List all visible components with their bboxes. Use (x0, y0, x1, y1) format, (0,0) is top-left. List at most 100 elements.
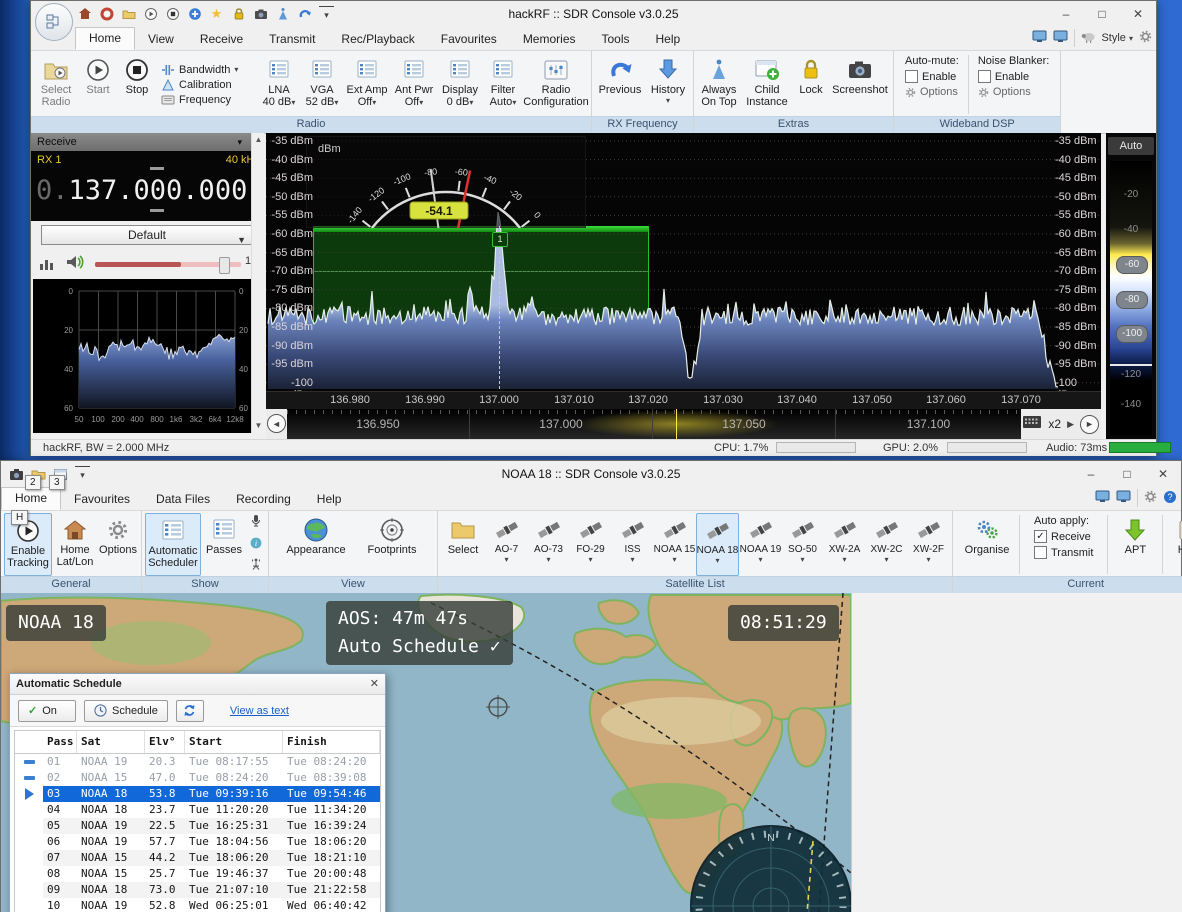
schedule-row[interactable]: 01NOAA 1920.3Tue 08:17:55Tue 08:24:20 (15, 754, 380, 770)
rx-marker[interactable]: 1 (492, 232, 508, 247)
tab-home[interactable]: Home (75, 27, 135, 50)
always-on-top-button[interactable]: Always On Top (697, 53, 741, 116)
zoom-level[interactable]: x2 (1048, 417, 1061, 431)
calibration-menu[interactable]: Calibration (161, 79, 253, 91)
microphone-icon[interactable] (250, 514, 262, 533)
frequency-menu[interactable]: Frequency (161, 94, 253, 106)
schedule-row[interactable]: 07NOAA 1544.2Tue 18:06:20Tue 18:21:10 (15, 850, 380, 866)
spectrum-frequency-axis[interactable]: 136.980 136.990 137.000 137.010 137.020 … (266, 391, 1101, 409)
schedule-row[interactable]: 04NOAA 1823.7Tue 11:20:20Tue 11:34:20 (15, 802, 380, 818)
audio-spectrum-panel[interactable]: 0 20 40 60 0 20 40 60 50 100 200 400 800… (33, 279, 251, 433)
scroll-down-icon[interactable]: ▼ (252, 419, 265, 433)
stop-icon[interactable] (165, 7, 180, 22)
minimize-button[interactable]: – (1048, 1, 1084, 27)
titlebar-hackrf[interactable]: ★ ▾ hackRF :: SDR Console v3.0.25 – □ ✕ (31, 1, 1156, 27)
select-satellites-button[interactable]: Select (441, 513, 485, 576)
ant-pwr-dropdown[interactable]: Ant Pwr Off▾ (391, 53, 437, 116)
tab-home[interactable]: Home (1, 487, 61, 510)
schedule-table[interactable]: Pass Sat Elv° Start Finish 01NOAA 1920.3… (14, 730, 381, 912)
auto-mute-options-button[interactable]: Options (905, 86, 959, 98)
tuning-digit-mark[interactable] (150, 209, 164, 212)
colorbar-limit-line[interactable] (1110, 364, 1152, 366)
appearance-button[interactable]: Appearance (281, 513, 351, 576)
history-dropdown[interactable]: History ▾ (646, 53, 690, 116)
camera-icon[interactable] (9, 467, 24, 482)
view-as-text-link[interactable]: View as text (230, 705, 289, 717)
radio-configuration-button[interactable]: Radio Configuration (524, 53, 588, 116)
speaker-icon[interactable] (65, 253, 85, 276)
satellite-noaa18-button[interactable]: NOAA 18▾ (696, 513, 739, 576)
schedule-row[interactable]: 06NOAA 1957.7Tue 18:04:56Tue 18:06:20 (15, 834, 380, 850)
organise-button[interactable]: Organise (961, 513, 1013, 576)
tab-transmit[interactable]: Transmit (256, 29, 328, 50)
schedule-on-button[interactable]: ✓ On (18, 700, 76, 722)
tab-recording[interactable]: Recording (223, 489, 304, 510)
bandwidth-menu[interactable]: Bandwidth▾ (161, 64, 253, 76)
style-dropdown[interactable]: Style ▾ (1101, 32, 1133, 44)
equalizer-icon[interactable] (39, 255, 55, 276)
schedule-row[interactable]: 09NOAA 1873.0Tue 21:07:10Tue 21:22:58 (15, 882, 380, 898)
tab-receive[interactable]: Receive (187, 29, 256, 50)
schedule-row[interactable]: 10NOAA 1952.8Wed 06:25:01Wed 06:40:42 (15, 898, 380, 912)
vga-dropdown[interactable]: VGA 52 dB▾ (301, 53, 343, 116)
monitor-icon[interactable] (1116, 490, 1131, 506)
filter-dropdown[interactable]: Filter Auto▾ (483, 53, 523, 116)
scroll-up-icon[interactable]: ▲ (252, 133, 265, 147)
auto-apply-transmit-checkbox[interactable]: Transmit (1034, 546, 1093, 559)
tuning-digit-mark[interactable] (150, 167, 164, 170)
footprints-button[interactable]: Footprints (359, 513, 425, 576)
satellite-ao73-button[interactable]: AO-73▾ (528, 513, 569, 576)
close-icon[interactable]: ✕ (370, 674, 379, 694)
monitor-icon[interactable] (1032, 30, 1047, 46)
home-latlon-button[interactable]: Home Lat/Lon (53, 513, 97, 576)
noise-blanker-options-button[interactable]: Options (978, 86, 1050, 98)
satellite-noaa19-button[interactable]: NOAA 19▾ (740, 513, 781, 576)
life-ring-icon[interactable] (99, 7, 114, 22)
keypad-icon[interactable] (1022, 414, 1042, 435)
band-segments[interactable]: 136.950 137.000 137.050 137.100 (287, 409, 1021, 439)
ext-amp-dropdown[interactable]: Ext Amp Off▾ (344, 53, 390, 116)
tab-help[interactable]: Help (643, 29, 694, 50)
undo-icon[interactable] (297, 7, 312, 22)
antenna-icon[interactable] (250, 557, 262, 575)
satellite-ao7-button[interactable]: AO-7▾ (486, 513, 527, 576)
auto-apply-receive-checkbox[interactable]: ✓Receive (1034, 530, 1093, 543)
satellite-xw2f-button[interactable]: XW-2F▾ (908, 513, 949, 576)
add-icon[interactable] (187, 7, 202, 22)
monitor-icon[interactable] (1095, 490, 1110, 506)
app-icon[interactable] (35, 3, 73, 41)
camera-icon[interactable] (253, 7, 268, 22)
tab-rec-playback[interactable]: Rec/Playback (328, 29, 427, 50)
volume-handle[interactable] (219, 257, 230, 274)
colorbar-handle[interactable]: -60 (1116, 256, 1148, 274)
tab-view[interactable]: View (135, 29, 187, 50)
display-dropdown[interactable]: Display 0 dB▾ (438, 53, 482, 116)
schedule-row-selected[interactable]: 03NOAA 1853.8Tue 09:39:16Tue 09:54:46 (15, 786, 380, 802)
qat-customize-icon[interactable]: ▾ (319, 6, 334, 22)
panel-collapse-icon[interactable]: ▾ (237, 133, 242, 151)
home-icon[interactable] (77, 7, 92, 22)
tab-memories[interactable]: Memories (510, 29, 589, 50)
volume-slider[interactable] (95, 262, 241, 267)
maximize-button[interactable]: □ (1084, 1, 1120, 27)
lock-icon[interactable] (231, 7, 246, 22)
spectrum-display[interactable]: 1 dBm -140 -120 -100 -80 -60 -40 (266, 133, 1101, 409)
apt-button[interactable]: APT (1114, 513, 1156, 576)
satellite-xw2c-button[interactable]: XW-2C▾ (866, 513, 907, 576)
lna-dropdown[interactable]: LNA 40 dB▾ (258, 53, 300, 116)
tab-favourites[interactable]: Favourites (61, 489, 143, 510)
zoom-expand-icon[interactable]: ▶ (1067, 419, 1074, 430)
receive-panel-header[interactable]: Receive ▾ ✕ (31, 133, 264, 151)
satellite-so50-button[interactable]: SO-50▾ (782, 513, 823, 576)
titlebar-noaa18[interactable]: ▾ 2 3 NOAA 18 :: SDR Console v3.0.25 – □… (1, 461, 1181, 487)
gear-icon[interactable] (1144, 490, 1157, 506)
schedule-row[interactable]: 02NOAA 1547.0Tue 08:24:20Tue 08:39:08 (15, 770, 380, 786)
satellite-xw2a-button[interactable]: XW-2A▾ (824, 513, 865, 576)
minimize-button[interactable]: – (1073, 461, 1109, 487)
lock-button[interactable]: Lock (793, 53, 829, 116)
home-view-button[interactable]: Home (1169, 513, 1182, 576)
band-scroll-left-button[interactable]: ◄ (267, 414, 286, 433)
passes-button[interactable]: Passes (202, 513, 246, 576)
satellite-iss-button[interactable]: ISS▾ (612, 513, 653, 576)
refresh-button[interactable] (176, 700, 204, 722)
